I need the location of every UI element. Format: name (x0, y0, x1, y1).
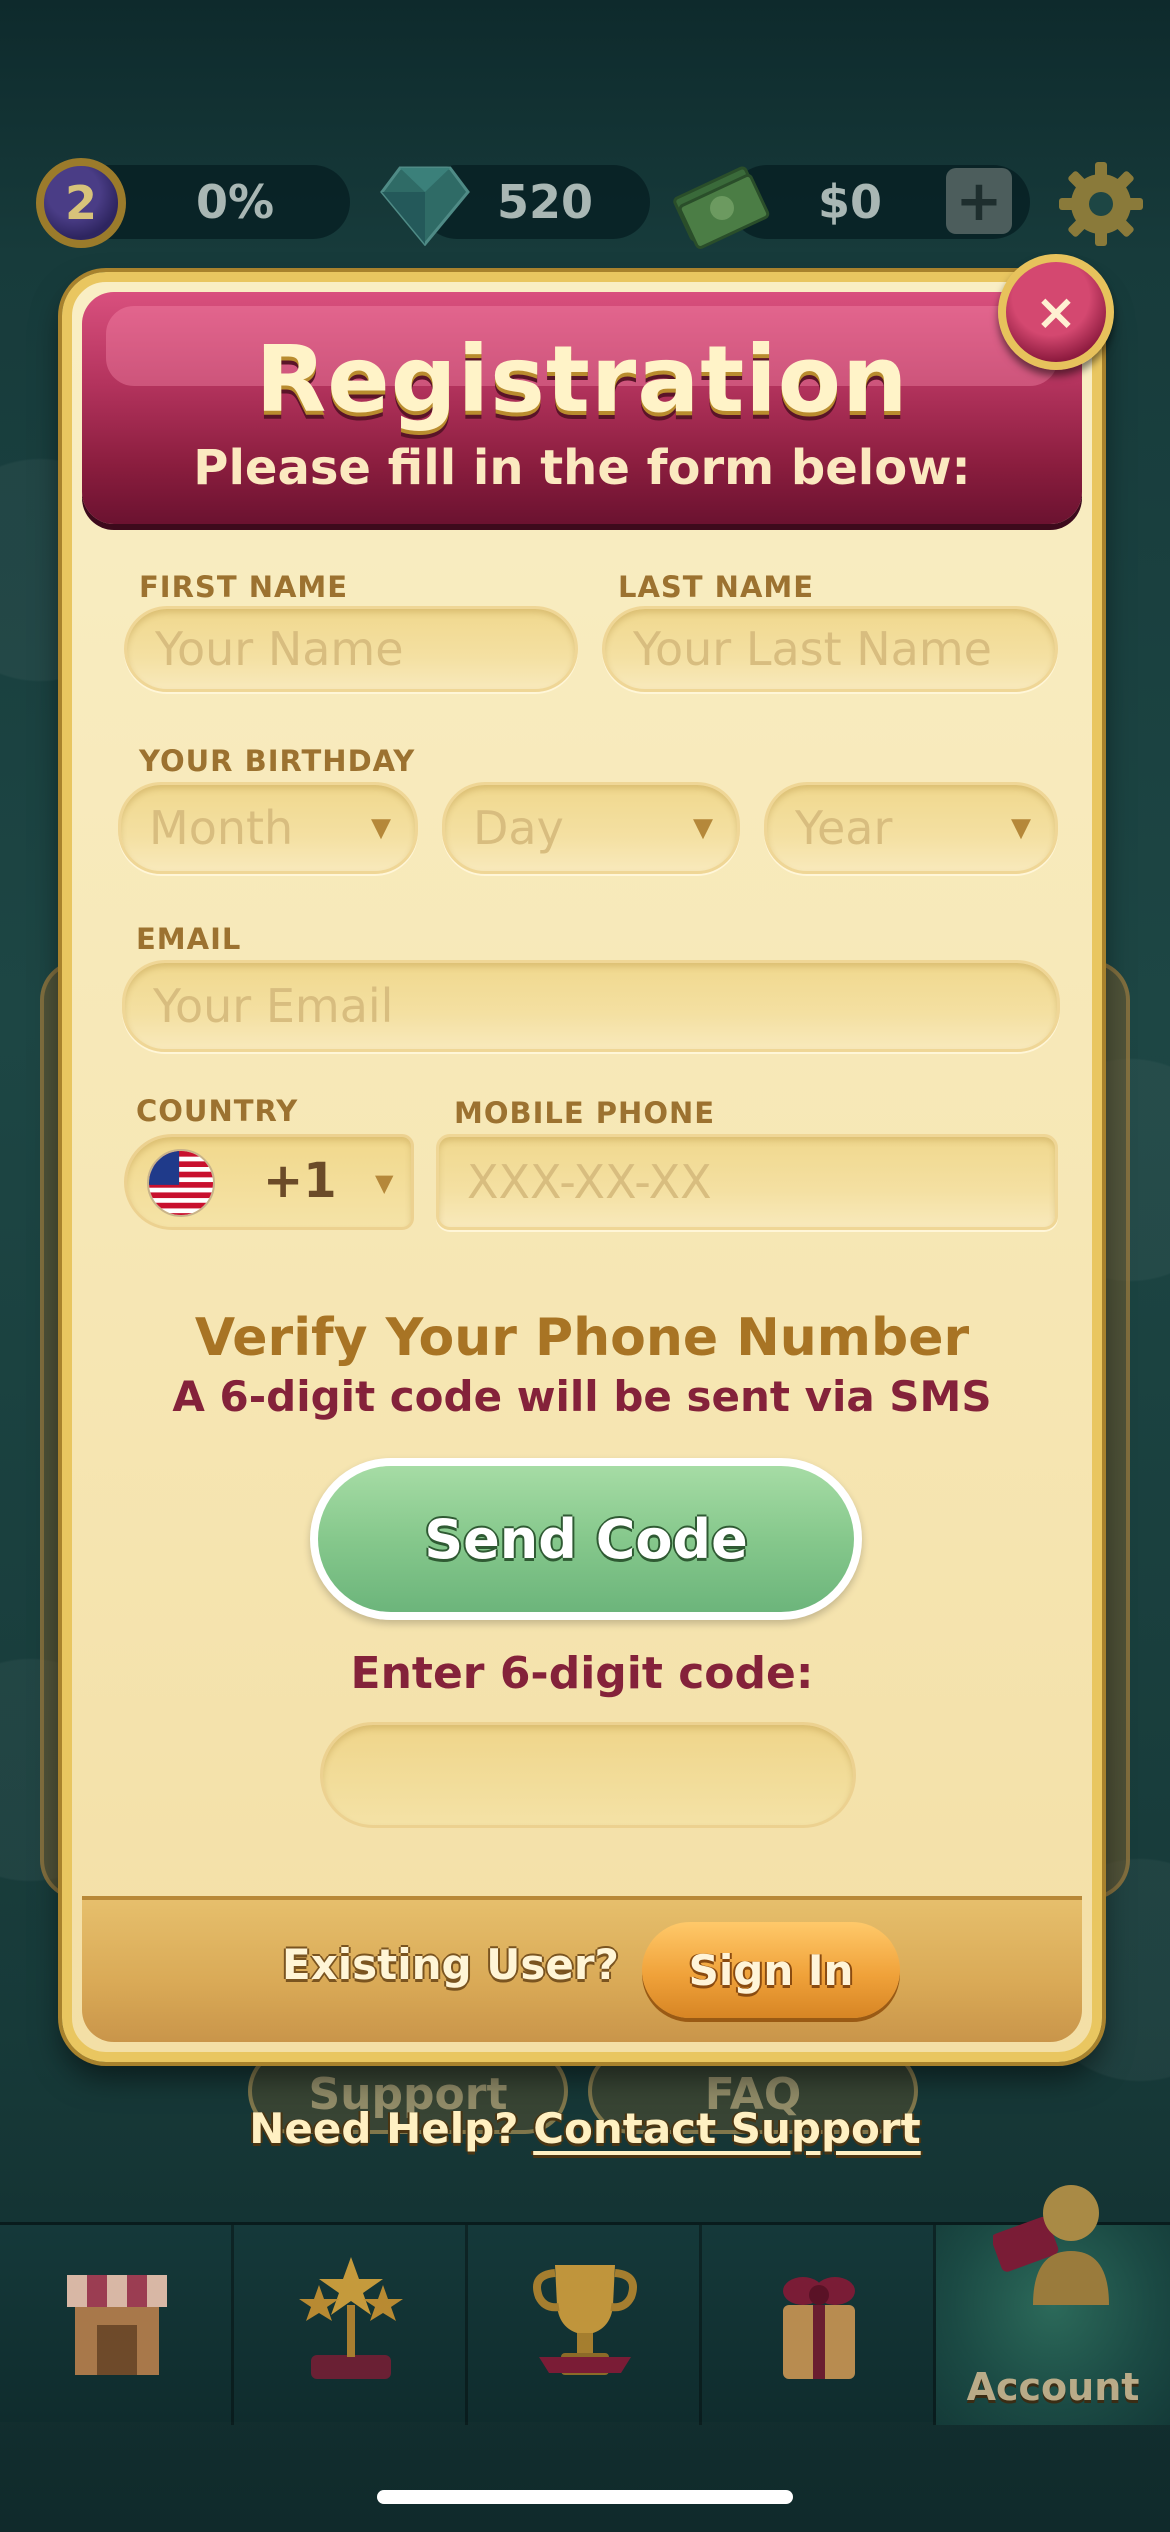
sign-in-label: Sign In (688, 1945, 854, 1995)
first-name-field[interactable]: Your Name (124, 606, 578, 692)
gem-icon (380, 166, 470, 246)
nav-label-account: Account (966, 2365, 1140, 2409)
code-label: Enter 6-digit code: (350, 1648, 814, 1699)
email-label: EMAIL (136, 922, 242, 956)
send-code-button[interactable]: Send Code (310, 1458, 862, 1620)
nav-tab-account[interactable]: Account (936, 2185, 1170, 2425)
chevron-down-icon: ▼ (1011, 813, 1031, 843)
need-help-row: Need Help? Contact Support (0, 2104, 1170, 2153)
chevron-down-icon: ▼ (693, 813, 713, 843)
nav-tab-rewards[interactable] (234, 2225, 468, 2425)
trophy-icon (533, 2265, 637, 2375)
birth-year-select[interactable]: Year ▼ (764, 782, 1058, 874)
level-value: 2 (64, 176, 97, 230)
contact-support-link[interactable]: Contact Support (533, 2104, 921, 2153)
verification-code-field[interactable] (320, 1722, 856, 1828)
stars-icon (299, 2257, 403, 2379)
last-name-label: LAST NAME (618, 570, 815, 604)
cash-icon (673, 166, 770, 249)
birth-day-value: Day (473, 801, 564, 855)
close-icon: × (1035, 283, 1077, 341)
close-button[interactable]: × (998, 254, 1114, 370)
chevron-down-icon: ▼ (375, 1169, 394, 1197)
need-help-label: Need Help? (249, 2104, 519, 2153)
birthday-label: YOUR BIRTHDAY (139, 744, 416, 778)
first-name-label: FIRST NAME (139, 570, 349, 604)
registration-modal: Registration Please fill in the form bel… (62, 272, 1102, 2062)
verify-subtitle: A 6-digit code will be sent via SMS (172, 1372, 992, 1421)
birth-month-select[interactable]: Month ▼ (118, 782, 418, 874)
country-label: COUNTRY (136, 1094, 299, 1128)
level-badge[interactable]: 2 (36, 158, 126, 248)
gift-icon (783, 2277, 855, 2379)
last-name-field[interactable]: Your Last Name (602, 606, 1058, 692)
modal-header: Registration Please fill in the form bel… (82, 292, 1082, 524)
mobile-phone-label: MOBILE PHONE (454, 1096, 716, 1130)
birth-month-value: Month (149, 801, 294, 855)
gear-icon[interactable] (1055, 158, 1147, 250)
shop-icon (67, 2275, 167, 2375)
modal-subtitle: Please fill in the form below: (193, 440, 971, 496)
send-code-label: Send Code (318, 1466, 854, 1612)
first-name-placeholder: Your Name (155, 622, 404, 676)
account-icon (993, 2185, 1109, 2305)
country-select[interactable]: +1 ▼ (124, 1134, 414, 1230)
email-placeholder: Your Email (153, 979, 394, 1033)
nav-tab-leaderboard[interactable] (468, 2225, 702, 2425)
bottom-nav: Account (0, 2185, 1170, 2425)
modal-footer: Existing User? Sign In (82, 1896, 1082, 2042)
verify-title: Verify Your Phone Number (194, 1308, 970, 1368)
chevron-down-icon: ▼ (371, 813, 391, 843)
last-name-placeholder: Your Last Name (633, 622, 992, 676)
existing-user-label: Existing User? (282, 1940, 619, 1989)
mobile-phone-placeholder: XXX-XX-XX (467, 1155, 712, 1209)
sign-in-button[interactable]: Sign In (642, 1922, 900, 2018)
dial-code: +1 (263, 1153, 337, 1209)
mobile-phone-field[interactable]: XXX-XX-XX (436, 1134, 1058, 1230)
progress-value: 0% (195, 175, 275, 229)
email-field[interactable]: Your Email (122, 960, 1060, 1052)
gems-value: 520 (496, 175, 594, 229)
birth-day-select[interactable]: Day ▼ (442, 782, 740, 874)
home-indicator (377, 2490, 793, 2504)
top-bar: 2 0% 520 $0 + (0, 150, 1170, 260)
nav-tab-shop[interactable] (0, 2225, 234, 2425)
us-flag-icon (147, 1149, 215, 1217)
plus-icon: + (955, 168, 1003, 234)
birth-year-value: Year (795, 801, 893, 855)
nav-tab-gifts[interactable] (702, 2225, 936, 2425)
modal-title: Registration (255, 326, 909, 433)
cash-value: $0 (817, 175, 882, 229)
add-cash-button[interactable]: + (946, 168, 1012, 234)
